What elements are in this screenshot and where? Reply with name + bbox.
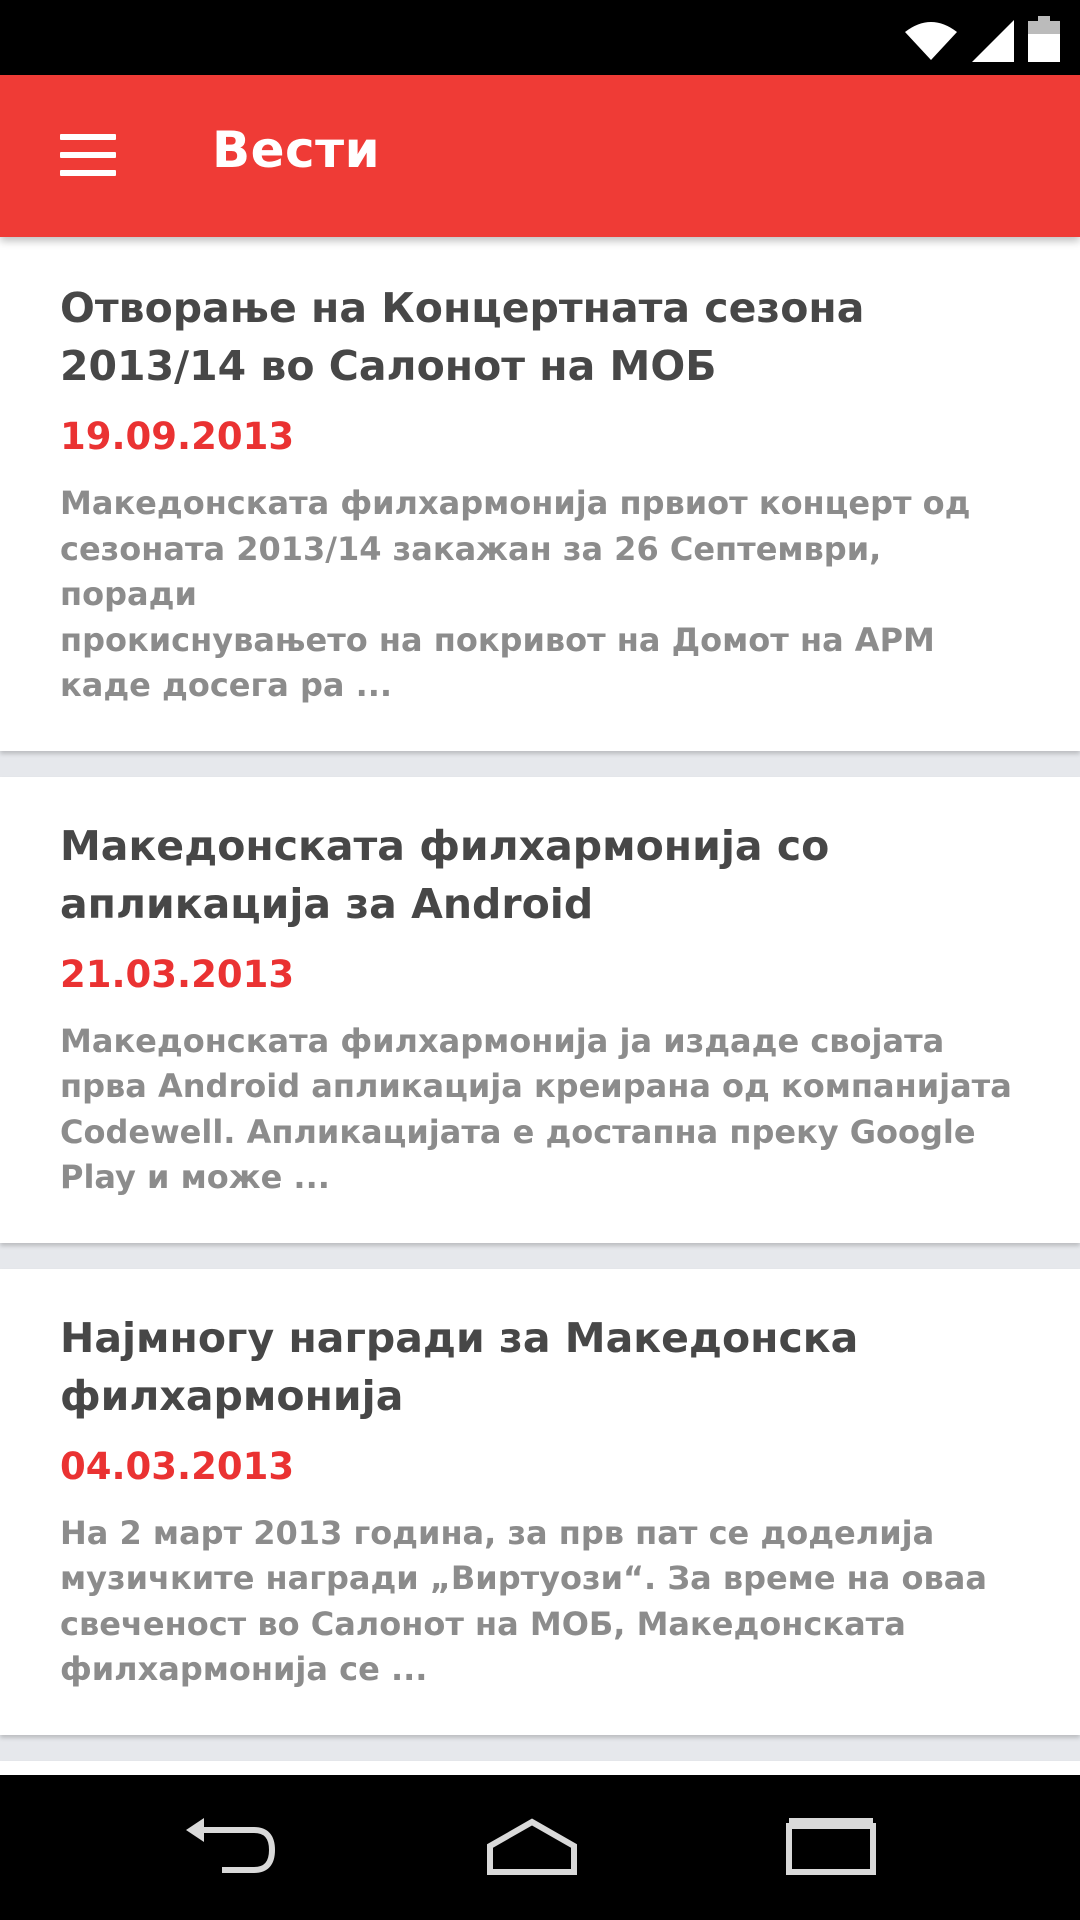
battery-icon <box>1028 16 1060 62</box>
news-date: 04.03.2013 <box>60 1444 295 1488</box>
news-excerpt: Македонската филхармонија ја издаде свој… <box>60 1021 1012 1197</box>
news-item[interactable]: Најмногу награди за Македонска филхармон… <box>0 1268 1080 1735</box>
status-bar <box>0 0 1080 75</box>
app-bar: Вести <box>0 75 1080 237</box>
cell-signal-icon <box>972 20 1014 62</box>
news-item-partial[interactable] <box>0 1760 1080 1775</box>
news-excerpt: Македонската филхармонија првиот концерт… <box>60 484 971 704</box>
status-icons <box>902 14 1060 62</box>
home-icon[interactable] <box>482 1811 582 1881</box>
news-date: 21.03.2013 <box>60 952 295 996</box>
page-title: Вести <box>212 121 381 179</box>
news-item[interactable]: Македонската филхармонија со апликација … <box>0 776 1080 1243</box>
news-item[interactable]: Отворање на Концертната сезона 2013/14 в… <box>0 237 1080 751</box>
back-icon[interactable] <box>180 1811 280 1881</box>
navigation-bar <box>0 1775 1080 1920</box>
recents-icon[interactable] <box>783 1811 883 1881</box>
news-date: 19.09.2013 <box>60 415 295 458</box>
news-title: Македонската филхармонија со апликација … <box>60 821 830 928</box>
wifi-icon <box>905 22 957 60</box>
news-title: Најмногу награди за Македонска филхармон… <box>60 1313 859 1420</box>
news-list[interactable]: Отворање на Концертната сезона 2013/14 в… <box>0 237 1080 1775</box>
news-title: Отворање на Концертната сезона 2013/14 в… <box>60 284 865 390</box>
menu-icon[interactable] <box>60 134 116 176</box>
news-excerpt: На 2 март 2013 година, за прв пат се дод… <box>60 1513 987 1689</box>
